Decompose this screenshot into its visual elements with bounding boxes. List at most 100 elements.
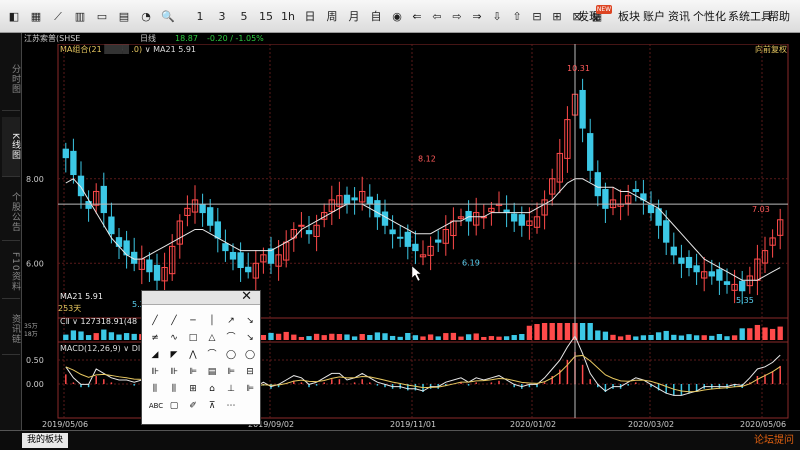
candle-body <box>511 213 518 222</box>
draw-tool-8[interactable]: □ <box>184 330 202 346</box>
draw-tool-30[interactable]: ABC <box>146 398 166 414</box>
volume-indicator[interactable]: CⅡ ∨ 127318.91(48 <box>60 317 137 326</box>
period-button-3[interactable]: 15 <box>256 6 276 28</box>
draw-tool-1[interactable]: ╱ <box>165 313 183 329</box>
volume-bar <box>283 331 289 340</box>
draw-tool-4[interactable]: ↗ <box>222 313 240 329</box>
period-button-2[interactable]: 5 <box>234 6 254 28</box>
draw-tool-13[interactable]: ◤ <box>165 347 183 363</box>
draw-tool-32[interactable]: ✐ <box>184 398 202 414</box>
nav-icon-7[interactable]: ⊟ <box>528 6 546 28</box>
draw-tool-3[interactable]: │ <box>203 313 221 329</box>
menu-item-5[interactable]: 系统工具 <box>728 6 772 28</box>
draw-tool-15[interactable]: ⌒ <box>203 347 221 363</box>
draw-tool-5[interactable]: ↘ <box>241 313 259 329</box>
draw-tool-17[interactable]: ◯ <box>241 347 259 363</box>
volume-bar <box>541 323 548 340</box>
nav-icon-5[interactable]: ⇩ <box>488 6 506 28</box>
nav-icon-4[interactable]: ⇒ <box>468 6 486 28</box>
palette-title-bar[interactable]: ✕ <box>142 289 260 305</box>
period-button-8[interactable]: 自 <box>366 6 386 28</box>
sidebar-tab-2[interactable]: 个股公告 <box>2 183 20 241</box>
volume-bar <box>602 331 609 340</box>
draw-tool-29[interactable]: ⊫ <box>241 381 259 397</box>
draw-tool-18[interactable]: ⊪ <box>146 364 164 380</box>
candle-body <box>222 243 229 252</box>
draw-tool-12[interactable]: ◢ <box>146 347 164 363</box>
draw-tool-9[interactable]: △ <box>203 330 221 346</box>
draw-tool-21[interactable]: ▤ <box>203 364 221 380</box>
toolbar-icon-1[interactable]: ▦ <box>26 6 46 28</box>
draw-tool-23[interactable]: ⊟ <box>241 364 259 380</box>
stock-name[interactable]: 江苏索普(SHSE <box>24 33 80 44</box>
draw-tool-22[interactable]: ⊫ <box>222 364 240 380</box>
draw-tool-26[interactable]: ⊞ <box>184 381 202 397</box>
period-button-4[interactable]: 1h <box>278 6 298 28</box>
sidebar-tab-3[interactable]: F10资料 <box>2 245 20 299</box>
nav-icon-3[interactable]: ⇨ <box>448 6 466 28</box>
volume-bar <box>587 323 593 340</box>
toolbar-icon-2[interactable]: ⟋ <box>48 6 68 28</box>
volume-bar <box>321 335 327 340</box>
menu-item-2[interactable]: 账户 <box>643 6 665 28</box>
macd-indicator[interactable]: MACD(12,26,9) ∨ DI <box>60 344 140 353</box>
candle-body <box>389 229 396 235</box>
draw-tool-7[interactable]: ∿ <box>165 330 183 346</box>
period-button-7[interactable]: 月 <box>344 6 364 28</box>
sidebar-tab-1[interactable]: K线图 <box>2 117 20 177</box>
menu-item-4[interactable]: 个性化 <box>693 6 726 28</box>
draw-tool-27[interactable]: ⌂ <box>203 381 221 397</box>
toolbar-icon-7[interactable]: 🔍 <box>158 6 178 28</box>
candle-body <box>465 210 472 222</box>
draw-tool-0[interactable]: ╱ <box>146 313 164 329</box>
candle-body <box>214 221 221 239</box>
candle-body <box>351 197 358 201</box>
draw-tool-6[interactable]: ≠ <box>146 330 164 346</box>
draw-tool-28[interactable]: ⊥ <box>222 381 240 397</box>
draw-tool-10[interactable]: ⌒ <box>222 330 240 346</box>
period-button-0[interactable]: 1 <box>190 6 210 28</box>
draw-tool-34[interactable]: ⋯ <box>222 398 240 414</box>
draw-tool-2[interactable]: ─ <box>184 313 202 329</box>
toolbar-icon-0[interactable]: ◧ <box>4 6 24 28</box>
nav-icon-6[interactable]: ⇧ <box>508 6 526 28</box>
my-board-tab[interactable]: 我的板块 <box>22 433 69 448</box>
volume-bar <box>329 333 335 340</box>
menu-item-1[interactable]: 板块 <box>618 6 640 28</box>
period-label[interactable]: 日线 <box>140 33 156 44</box>
chart-area[interactable]: 6.008.000.500.0035万18万2019/05/06 2019/09/… <box>22 44 800 430</box>
toolbar-icon-6[interactable]: ◔ <box>136 6 156 28</box>
nav-icon-0[interactable]: ◉ <box>388 6 406 28</box>
sidebar-tab-4[interactable]: 资讯链 <box>2 303 20 355</box>
candle-body <box>305 230 313 235</box>
sidebar-tab-0[interactable]: 分时图 <box>2 47 20 111</box>
volume-bar <box>70 330 77 340</box>
price-annotation-3: 6.19 <box>462 258 480 267</box>
close-icon[interactable]: ✕ <box>241 289 252 304</box>
toolbar-icon-4[interactable]: ▭ <box>92 6 112 28</box>
volume-bar <box>108 332 115 340</box>
draw-tool-20[interactable]: ⊫ <box>184 364 202 380</box>
draw-tool-14[interactable]: ⋀ <box>184 347 202 363</box>
toolbar-icon-3[interactable]: ▥ <box>70 6 90 28</box>
draw-tool-11[interactable]: ↘ <box>241 330 259 346</box>
draw-tool-33[interactable]: ⊼ <box>203 398 221 414</box>
period-button-6[interactable]: 周 <box>322 6 342 28</box>
toolbar-icon-5[interactable]: ▤ <box>114 6 134 28</box>
date-label-2: 2019/11/01 <box>390 420 436 429</box>
volume-bar <box>275 333 282 340</box>
period-button-5[interactable]: 日 <box>300 6 320 28</box>
draw-tool-31[interactable]: ▢ <box>165 398 183 414</box>
volume-bar <box>359 334 365 340</box>
draw-tool-16[interactable]: ◯ <box>222 347 240 363</box>
draw-tool-24[interactable]: ⫼ <box>146 381 164 397</box>
nav-icon-2[interactable]: ⇦ <box>428 6 446 28</box>
draw-tool-25[interactable]: ⫼ <box>165 381 183 397</box>
menu-item-3[interactable]: 资讯 <box>668 6 690 28</box>
period-button-1[interactable]: 3 <box>212 6 232 28</box>
nav-icon-1[interactable]: ⇐ <box>408 6 426 28</box>
menu-item-6[interactable]: 帮助 <box>768 6 790 28</box>
draw-tool-19[interactable]: ⊪ <box>165 364 183 380</box>
nav-icon-8[interactable]: ⊞ <box>548 6 566 28</box>
candle-body <box>404 231 411 247</box>
